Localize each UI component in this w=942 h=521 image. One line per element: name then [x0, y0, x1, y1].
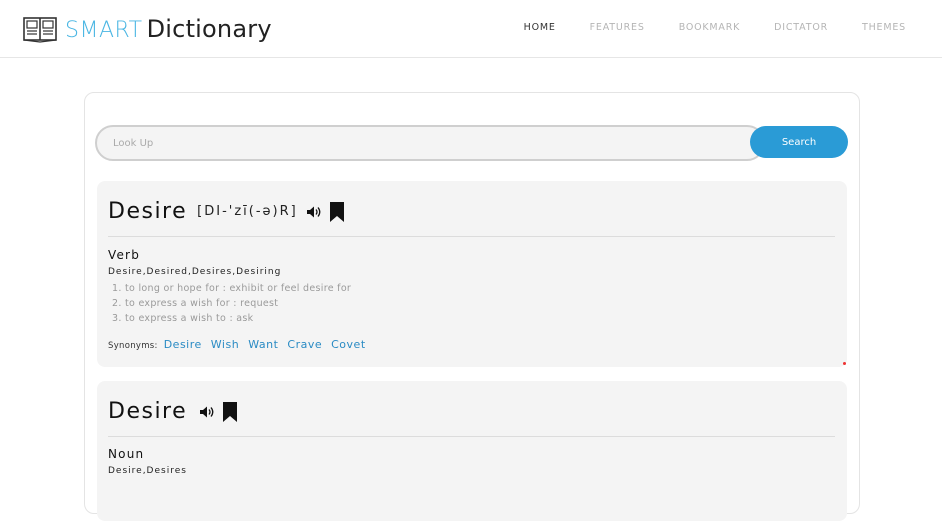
pronunciation: [DI-'zī(-ə)R] — [197, 204, 298, 219]
search-button[interactable]: Search — [750, 126, 848, 158]
speaker-icon[interactable] — [199, 405, 215, 419]
logo[interactable]: SMART Dictionary — [23, 13, 272, 45]
entry-word: Desire — [108, 199, 188, 224]
main-nav: HOME FEATURES BOOKMARK DICTATOR THEMES — [524, 22, 906, 33]
nav-features[interactable]: FEATURES — [590, 22, 645, 33]
definition-item: to express a wish for : request — [125, 296, 351, 311]
synonym-link[interactable]: Covet — [331, 338, 366, 351]
part-of-speech: Noun — [108, 447, 145, 461]
definition-item: to express a wish to : ask — [125, 311, 351, 326]
synonym-link[interactable]: Wish — [211, 338, 239, 351]
divider — [108, 436, 835, 437]
dictionary-card: Search Desire [DI-'zī(-ə)R] Verb Desire,… — [84, 92, 860, 521]
brand-name: SMART Dictionary — [65, 15, 272, 43]
nav-themes[interactable]: THEMES — [862, 22, 906, 33]
indicator-dot — [843, 362, 846, 365]
definition-item: to long or hope for : exhibit or feel de… — [125, 281, 351, 296]
definitions-list: to long or hope for : exhibit or feel de… — [113, 281, 351, 326]
brand-dictionary: Dictionary — [146, 15, 272, 43]
nav-dictator[interactable]: DICTATOR — [774, 22, 828, 33]
synonym-link[interactable]: Crave — [287, 338, 322, 351]
part-of-speech: Verb — [108, 248, 141, 262]
synonym-link[interactable]: Desire — [164, 338, 202, 351]
divider — [108, 236, 835, 237]
speaker-icon[interactable] — [306, 205, 322, 219]
nav-bookmark[interactable]: BOOKMARK — [679, 22, 740, 33]
top-navbar: SMART Dictionary HOME FEATURES BOOKMARK D… — [0, 0, 942, 58]
book-icon — [23, 17, 57, 43]
brand-smart: SMART — [65, 18, 143, 43]
nav-home[interactable]: HOME — [524, 22, 556, 33]
word-forms: Desire,Desired,Desires,Desiring — [108, 267, 282, 277]
bookmark-icon[interactable] — [329, 201, 344, 222]
entry-noun: Desire Noun Desire,Desires — [97, 381, 847, 521]
word-heading: Desire [DI-'zī(-ə)R] — [108, 199, 344, 224]
bookmark-icon[interactable] — [223, 401, 238, 422]
synonyms-label: Synonyms: — [108, 341, 158, 351]
synonym-link[interactable]: Want — [248, 338, 278, 351]
synonyms-row: Synonyms: Desire Wish Want Crave Covet — [108, 338, 375, 351]
word-heading: Desire — [108, 399, 238, 424]
word-forms: Desire,Desires — [108, 466, 187, 476]
entry-verb: Desire [DI-'zī(-ə)R] Verb Desire,Desired… — [97, 181, 847, 367]
search-input[interactable] — [95, 125, 765, 161]
entry-word: Desire — [108, 399, 188, 424]
